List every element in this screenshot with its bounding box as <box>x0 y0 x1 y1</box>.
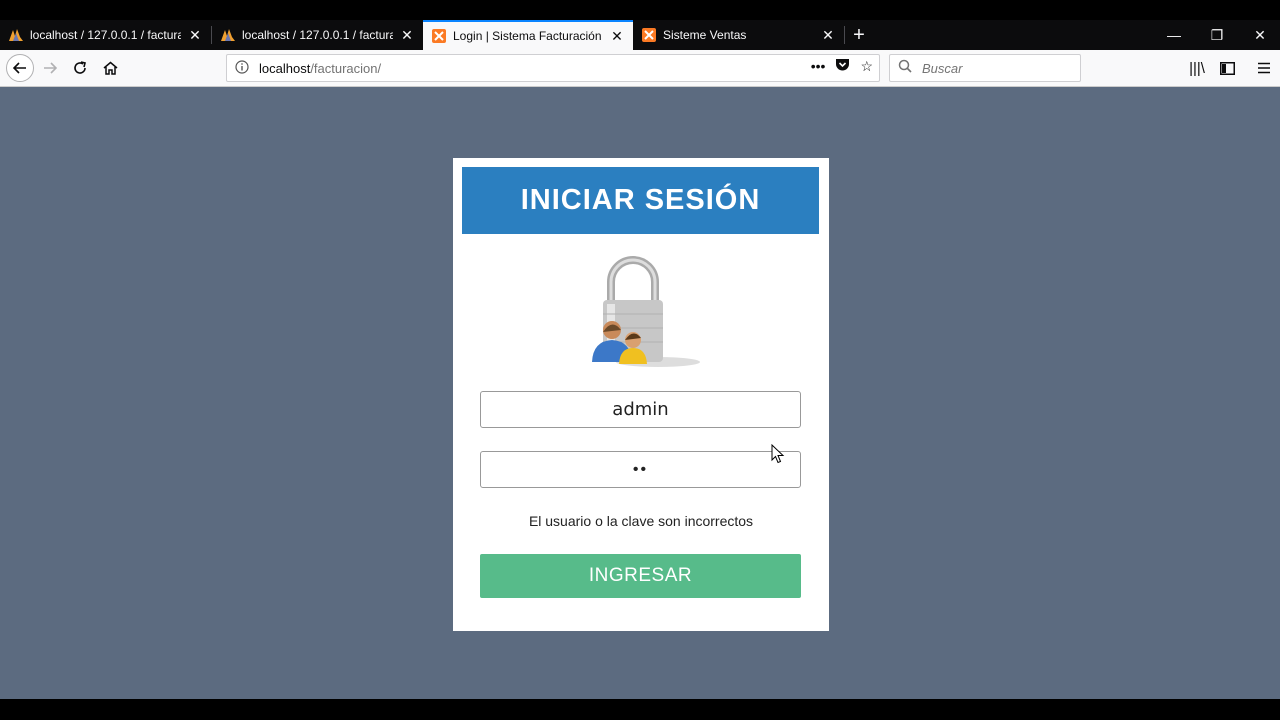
page-content: INICIAR SESIÓN •• El usuario <box>0 87 1280 699</box>
tab-title: Sisteme Ventas <box>663 28 747 42</box>
url-host: localhost <box>259 60 311 76</box>
minimize-icon: — <box>1167 27 1181 43</box>
tab-separator <box>844 26 845 44</box>
menu-button[interactable] <box>1251 55 1277 81</box>
home-icon <box>103 61 117 75</box>
close-icon[interactable]: ✕ <box>820 27 836 44</box>
navigation-toolbar: localhost/facturacion/ ••• ☆ |||\ <box>0 50 1280 87</box>
minimize-button[interactable]: — <box>1154 20 1194 50</box>
back-arrow-icon <box>13 62 26 74</box>
window-close-button[interactable]: ✕ <box>1240 20 1280 50</box>
close-icon[interactable]: ✕ <box>609 28 625 45</box>
close-icon: ✕ <box>1254 26 1266 43</box>
close-icon[interactable]: ✕ <box>399 27 415 44</box>
password-input[interactable]: •• <box>633 461 648 479</box>
user-lock-icon <box>583 252 703 370</box>
url-path: /facturacion/ <box>310 60 382 76</box>
search-input[interactable] <box>920 59 1074 77</box>
tab-ventas[interactable]: Sisteme Ventas ✕ <box>633 20 844 50</box>
page-actions-icon[interactable]: ••• <box>811 58 826 75</box>
login-header: INICIAR SESIÓN <box>462 167 819 234</box>
plus-icon: + <box>853 23 865 46</box>
bookmark-star-icon[interactable]: ☆ <box>860 58 873 75</box>
tab-login-active[interactable]: Login | Sistema Facturación ✕ <box>423 20 633 50</box>
close-icon[interactable]: ✕ <box>187 27 203 44</box>
sidebar-button[interactable] <box>1214 55 1240 81</box>
info-icon[interactable] <box>235 59 251 77</box>
submit-button[interactable]: INGRESAR <box>480 554 801 598</box>
login-card: INICIAR SESIÓN •• El usuario <box>453 158 829 631</box>
screen-top-border <box>0 0 1280 20</box>
tab-title: Login | Sistema Facturación <box>453 29 602 43</box>
reload-icon <box>74 61 86 74</box>
forward-arrow-icon <box>44 62 57 74</box>
url-bar[interactable]: localhost/facturacion/ ••• ☆ <box>226 54 880 82</box>
tab-phpmyadmin-2[interactable]: localhost / 127.0.0.1 / facturacion ✕ <box>212 20 423 50</box>
forward-button[interactable] <box>37 55 63 81</box>
sidebar-icon <box>1219 61 1235 75</box>
tab-strip: localhost / 127.0.0.1 / facturacion ✕ lo… <box>0 20 1280 50</box>
tab-title: localhost / 127.0.0.1 / facturacion <box>242 28 393 42</box>
library-icon: |||\ <box>1189 59 1205 77</box>
password-field[interactable]: •• <box>480 451 801 488</box>
phpmyadmin-icon <box>8 27 24 43</box>
new-tab-button[interactable]: + <box>848 20 870 50</box>
screen-bottom-border <box>0 699 1280 720</box>
restore-icon: ❐ <box>1210 26 1224 43</box>
phpmyadmin-icon <box>220 27 236 43</box>
home-button[interactable] <box>97 55 123 81</box>
tab-title: localhost / 127.0.0.1 / facturacion <box>30 28 181 42</box>
username-field[interactable] <box>480 391 801 428</box>
tab-phpmyadmin-1[interactable]: localhost / 127.0.0.1 / facturacion ✕ <box>0 20 211 50</box>
xampp-icon <box>641 27 657 43</box>
restore-button[interactable]: ❐ <box>1197 20 1237 50</box>
library-button[interactable]: |||\ <box>1184 55 1210 81</box>
reload-button[interactable] <box>67 55 93 81</box>
hamburger-menu-icon <box>1258 62 1270 74</box>
mouse-cursor-icon <box>771 444 785 464</box>
username-input[interactable] <box>481 398 800 421</box>
error-message: El usuario o la clave son incorrectos <box>528 513 754 529</box>
search-bar[interactable] <box>889 54 1081 82</box>
back-button[interactable] <box>6 54 34 82</box>
xampp-icon <box>431 28 447 44</box>
pocket-icon[interactable] <box>835 58 850 75</box>
search-icon <box>898 59 912 78</box>
